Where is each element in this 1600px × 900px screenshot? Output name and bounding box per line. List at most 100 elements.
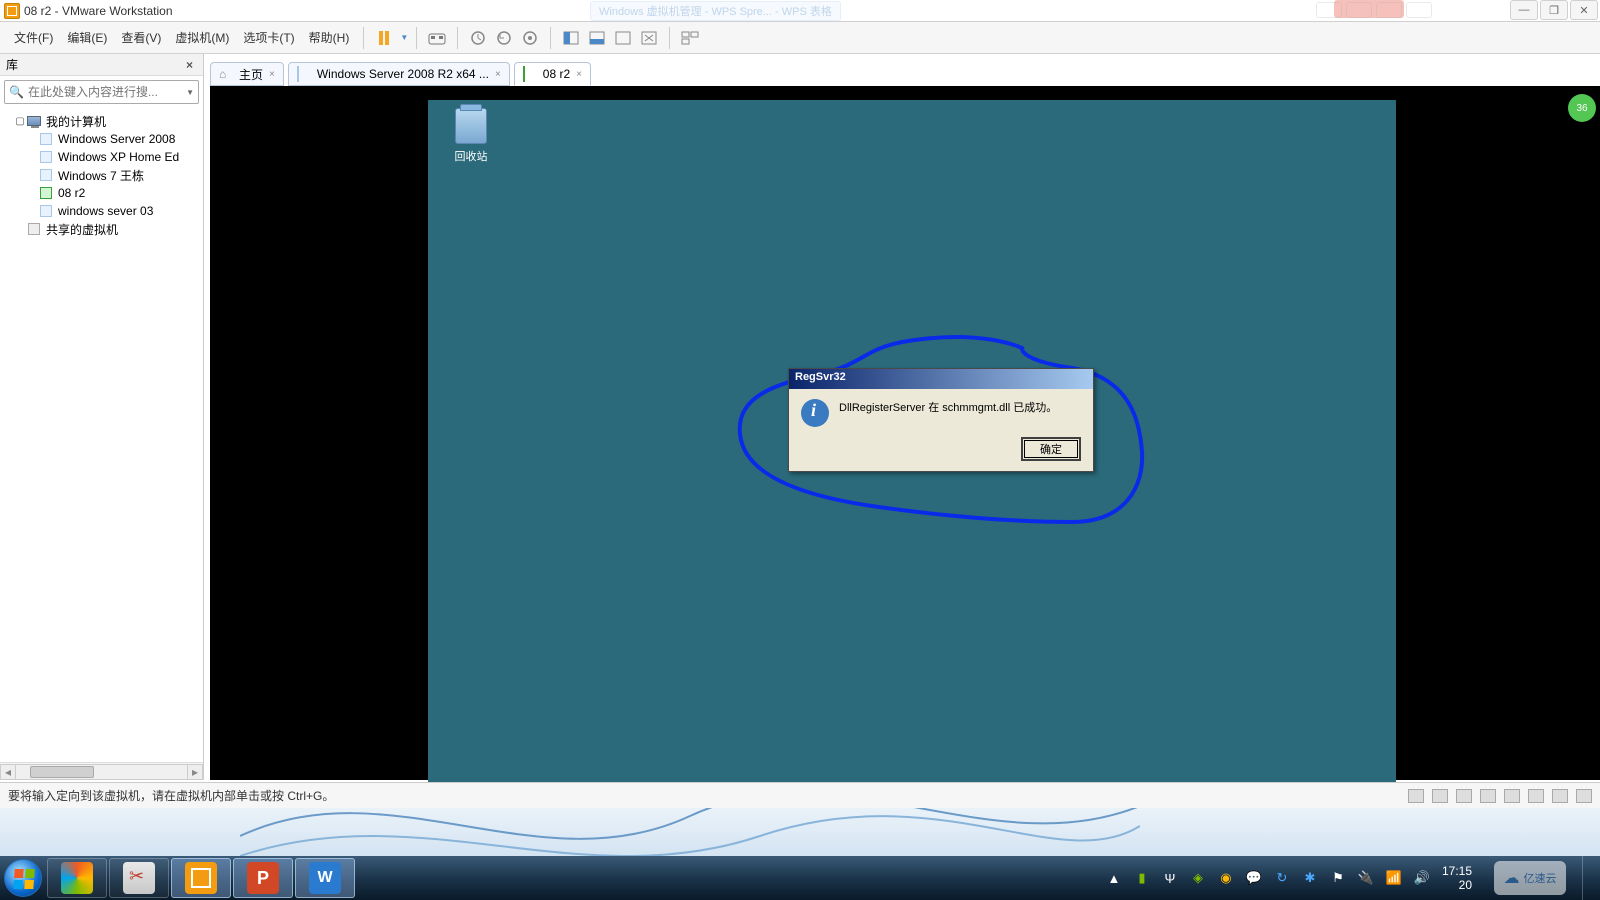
- window-title: 08 r2 - VMware Workstation: [24, 4, 173, 18]
- tray-360-icon[interactable]: ◉: [1218, 870, 1234, 886]
- powerpoint-icon: P: [247, 862, 279, 894]
- close-button[interactable]: ✕: [1570, 0, 1598, 20]
- tray-usb-icon[interactable]: Ψ: [1162, 870, 1178, 886]
- tray-battery-icon[interactable]: ▮: [1134, 870, 1150, 886]
- status-sound-icon[interactable]: [1504, 789, 1520, 803]
- host-desktop-background: [0, 808, 1600, 856]
- thumbnail-button[interactable]: [678, 26, 702, 50]
- background-window-controls: [1316, 2, 1432, 18]
- tray-sync-icon[interactable]: ↻: [1274, 870, 1290, 886]
- menu-vm[interactable]: 虚拟机(M): [169, 27, 235, 48]
- menu-help[interactable]: 帮助(H): [303, 27, 356, 48]
- tab-vm-08r2[interactable]: 08 r2 ×: [514, 62, 591, 86]
- scissors-icon: [123, 862, 155, 894]
- snapshot-manager-button[interactable]: [518, 26, 542, 50]
- taskbar-app-powerpoint[interactable]: P: [233, 858, 293, 898]
- dialog-message: DllRegisterServer 在 schmmgmt.dll 已成功。: [839, 399, 1057, 415]
- tray-wifi-icon[interactable]: 📶: [1386, 870, 1402, 886]
- tab-close-icon[interactable]: ×: [269, 69, 275, 80]
- tray-chat-icon[interactable]: 💬: [1246, 870, 1262, 886]
- taskbar-app-vmware[interactable]: [171, 858, 231, 898]
- power-dropdown-icon[interactable]: ▼: [400, 33, 408, 42]
- tree-vm[interactable]: Windows 7 王栋: [0, 166, 203, 184]
- library-hscrollbar[interactable]: ◂ ▸: [0, 762, 203, 780]
- ok-button[interactable]: 确定: [1021, 437, 1081, 461]
- library-sidebar: 库 × 🔍 ▼ ▢ 我的计算机 Windows Server 2008 Wind…: [0, 54, 204, 780]
- host-clock[interactable]: 17:15 20: [1442, 864, 1476, 892]
- show-desktop-button[interactable]: [1582, 856, 1592, 900]
- tab-close-icon[interactable]: ×: [576, 69, 582, 80]
- vm-tree: ▢ 我的计算机 Windows Server 2008 Windows XP H…: [0, 108, 203, 762]
- wps-icon: W: [309, 862, 341, 894]
- fullscreen-button[interactable]: [559, 26, 583, 50]
- tree-shared-vms[interactable]: 共享的虚拟机: [0, 220, 203, 238]
- status-printer-icon[interactable]: [1528, 789, 1544, 803]
- tray-shield-icon[interactable]: ◈: [1190, 870, 1206, 886]
- pause-button[interactable]: [372, 26, 396, 50]
- send-cad-button[interactable]: [425, 26, 449, 50]
- dialog-title[interactable]: RegSvr32: [789, 369, 1093, 389]
- tab-home[interactable]: ⌂ 主页 ×: [210, 62, 284, 86]
- console-view-button[interactable]: [611, 26, 635, 50]
- status-hint: 要将输入定向到该虚拟机，请在虚拟机内部单击或按 Ctrl+G。: [8, 787, 334, 804]
- tree-vm[interactable]: 08 r2: [0, 184, 203, 202]
- status-display-icon[interactable]: [1552, 789, 1568, 803]
- 360-badge-icon[interactable]: 36: [1568, 94, 1596, 122]
- scroll-right-icon[interactable]: ▸: [187, 764, 203, 780]
- guest-desktop[interactable]: 回收站 RegSvr32 DllRegisterServer 在 schmmgm…: [428, 100, 1396, 830]
- tray-sound-icon[interactable]: 🔊: [1414, 870, 1430, 886]
- menu-file[interactable]: 文件(F): [8, 27, 59, 48]
- maximize-button[interactable]: ❐: [1540, 0, 1568, 20]
- library-title: 库: [6, 56, 18, 73]
- tree-vm[interactable]: windows sever 03: [0, 202, 203, 220]
- statusbar: 要将输入定向到该虚拟机，请在虚拟机内部单击或按 Ctrl+G。: [0, 782, 1600, 808]
- menu-edit[interactable]: 编辑(E): [61, 27, 113, 48]
- unity-button[interactable]: [585, 26, 609, 50]
- host-titlebar: 08 r2 - VMware Workstation Windows 虚拟机管理…: [0, 0, 1600, 22]
- tree-vm[interactable]: Windows XP Home Ed: [0, 148, 203, 166]
- windows-logo-icon: [4, 859, 42, 897]
- tray-flag-icon[interactable]: ⚑: [1330, 870, 1346, 886]
- taskbar-app-360[interactable]: [47, 858, 107, 898]
- vm-icon: [297, 67, 311, 81]
- status-net-icon[interactable]: [1456, 789, 1472, 803]
- search-input[interactable]: [28, 85, 186, 99]
- search-icon: 🔍: [9, 85, 24, 99]
- tree-root-my-computer[interactable]: ▢ 我的计算机: [0, 112, 203, 130]
- tray-bluetooth-icon[interactable]: ✱: [1302, 870, 1318, 886]
- host-taskbar: P W ▲ ▮ Ψ ◈ ◉ 💬 ↻ ✱ ⚑ 🔌 📶 🔊 17:15 20 ☁ 亿…: [0, 856, 1600, 900]
- scroll-left-icon[interactable]: ◂: [0, 764, 16, 780]
- taskbar-app-wps[interactable]: W: [295, 858, 355, 898]
- tab-vm-2008[interactable]: Windows Server 2008 R2 x64 ... ×: [288, 62, 510, 86]
- vm-tabstrip: ⌂ 主页 × Windows Server 2008 R2 x64 ... × …: [210, 60, 1596, 86]
- minimize-button[interactable]: —: [1510, 0, 1538, 20]
- library-close-icon[interactable]: ×: [182, 58, 197, 72]
- background-browser-tab: Windows 虚拟机管理 - WPS Spre... - WPS 表格: [590, 0, 841, 22]
- status-cd-icon[interactable]: [1432, 789, 1448, 803]
- vm-console-frame[interactable]: 回收站 RegSvr32 DllRegisterServer 在 schmmgm…: [210, 86, 1600, 780]
- status-hdd-icon[interactable]: [1408, 789, 1424, 803]
- menu-view[interactable]: 查看(V): [115, 27, 167, 48]
- recycle-bin[interactable]: 回收站: [446, 108, 496, 164]
- scroll-thumb[interactable]: [30, 766, 94, 778]
- home-icon: ⌂: [219, 67, 233, 81]
- vm-on-icon: [523, 67, 537, 81]
- vmware-app-icon: [4, 3, 20, 19]
- stretch-button[interactable]: [637, 26, 661, 50]
- library-search[interactable]: 🔍 ▼: [4, 80, 199, 104]
- menu-tabs[interactable]: 选项卡(T): [237, 27, 300, 48]
- host-start-button[interactable]: [0, 856, 46, 900]
- recycle-bin-icon: [455, 108, 487, 144]
- snapshot-button[interactable]: [466, 26, 490, 50]
- revert-snapshot-button[interactable]: [492, 26, 516, 50]
- search-dropdown-icon[interactable]: ▼: [186, 88, 194, 97]
- info-icon: [801, 399, 829, 427]
- tab-close-icon[interactable]: ×: [495, 69, 501, 80]
- taskbar-app-snipping[interactable]: [109, 858, 169, 898]
- tree-vm[interactable]: Windows Server 2008: [0, 130, 203, 148]
- tray-up-icon[interactable]: ▲: [1106, 870, 1122, 886]
- status-msg-icon[interactable]: [1576, 789, 1592, 803]
- status-usb-icon[interactable]: [1480, 789, 1496, 803]
- cloud-icon: ☁: [1504, 868, 1520, 888]
- tray-power-icon[interactable]: 🔌: [1358, 870, 1374, 886]
